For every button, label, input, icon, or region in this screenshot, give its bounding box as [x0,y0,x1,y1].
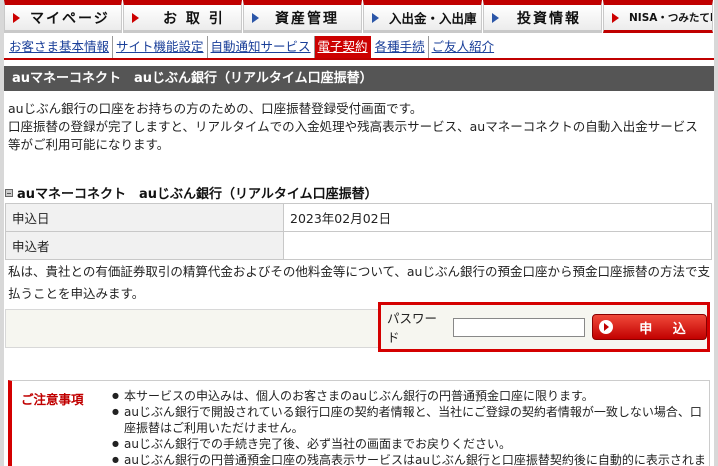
arrow-circle-icon [599,320,614,334]
arrow-right-icon [492,12,499,23]
arrow-right-icon [13,12,20,23]
arrow-right-icon [612,12,619,23]
list-item: auじぶん銀行での手続き完了後、必ず当社の画面までお戻りください。 [112,436,707,452]
table-value [283,231,712,260]
notes-heading: ご注意事項 [21,392,84,407]
collapse-icon [5,188,13,197]
intro-text: auじぶん銀行の口座をお持ちの方のための、口座振替登録受付画面です。 口座振替の… [8,100,708,154]
submit-button[interactable]: 申 込 [592,314,707,340]
tab-nisa[interactable]: NISA・つみたてNISA [603,0,713,33]
list-item: auじぶん銀行の円普通預金口座の残高表示サービスはauじぶん銀行と口座振替契約後… [112,452,707,466]
subnav-site-settings[interactable]: サイト機能設定 [113,36,208,58]
password-label: パスワード [387,311,438,345]
password-input[interactable] [453,317,586,337]
notes-list: 本サービスの申込みは、個人のお客さまのauじぶん銀行の円普通預金口座に限ります。… [112,388,707,466]
intro-line: auじぶん銀行の口座をお持ちの方のための、口座振替登録受付画面です。 [8,101,423,116]
tab-label: NISA・つみたてNISA [629,12,712,24]
tab-label: 入出金・入出庫 [389,11,477,26]
tab-label: マイページ [30,10,110,27]
section-heading: auマネーコネクト auじぶん銀行（リアルタイム口座振替） [5,183,378,202]
arrow-right-icon [372,12,379,23]
password-highlight: パスワード 申 込 [378,302,710,352]
tab-trade[interactable]: お 取 引 [123,0,242,33]
tab-assets[interactable]: 資産管理 [243,0,362,33]
subnav-auto-notify[interactable]: 自動通知サービス [208,36,315,58]
submit-label: 申 込 [639,321,694,337]
subnav-procedures[interactable]: 各種手続 [372,36,429,58]
page-title: auマネーコネクト auじぶん銀行（リアルタイム口座振替） [4,66,714,91]
tab-invest-info[interactable]: 投資情報 [483,0,602,33]
table-key: 申込日 [5,203,284,232]
intro-line: 口座振替の登録が完了しますと、リアルタイムでの入金処理や残高表示サービス、auマ… [8,119,698,152]
tab-label: 投資情報 [517,10,581,27]
application-table: 申込日 2023年02月02日 申込者 [5,203,712,260]
list-item: 本サービスの申込みは、個人のお客さまのauじぶん銀行の円普通預金口座に限ります。 [112,388,707,404]
table-value: 2023年02月02日 [283,203,712,232]
table-key: 申込者 [5,231,284,260]
table-row: 申込者 [5,231,712,260]
top-tabs: マイページ お 取 引 資産管理 入出金・入出庫 投資情報 NISA・つみたてN… [4,0,714,33]
notes-box: ご注意事項 本サービスの申込みは、個人のお客さまのauじぶん銀行の円普通預金口座… [8,380,710,466]
subnav-customer-info[interactable]: お客さま基本情報 [6,36,114,58]
sub-navigation: お客さま基本情報 サイト機能設定 自動通知サービス 電子契約 各種手続 ご友人紹… [4,33,714,60]
consent-text: 私は、貴社との有価証券取引の精算代金およびその他料金等について、auじぶん銀行の… [8,264,710,301]
section-heading-text: auマネーコネクト auじぶん銀行（リアルタイム口座振替） [17,187,378,202]
subnav-e-contract[interactable]: 電子契約 [314,36,371,58]
tab-label: お 取 引 [163,10,225,27]
arrow-right-icon [252,12,259,23]
tab-mypage[interactable]: マイページ [4,0,122,33]
tab-deposit[interactable]: 入出金・入出庫 [363,0,482,33]
subnav-referral[interactable]: ご友人紹介 [429,36,498,58]
arrow-right-icon [132,12,139,23]
list-item: auじぶん銀行で開設されている銀行口座の契約者情報と、当社にご登録の契約者情報が… [112,404,707,436]
tab-label: 資産管理 [275,10,339,27]
table-row: 申込日 2023年02月02日 [5,203,712,232]
